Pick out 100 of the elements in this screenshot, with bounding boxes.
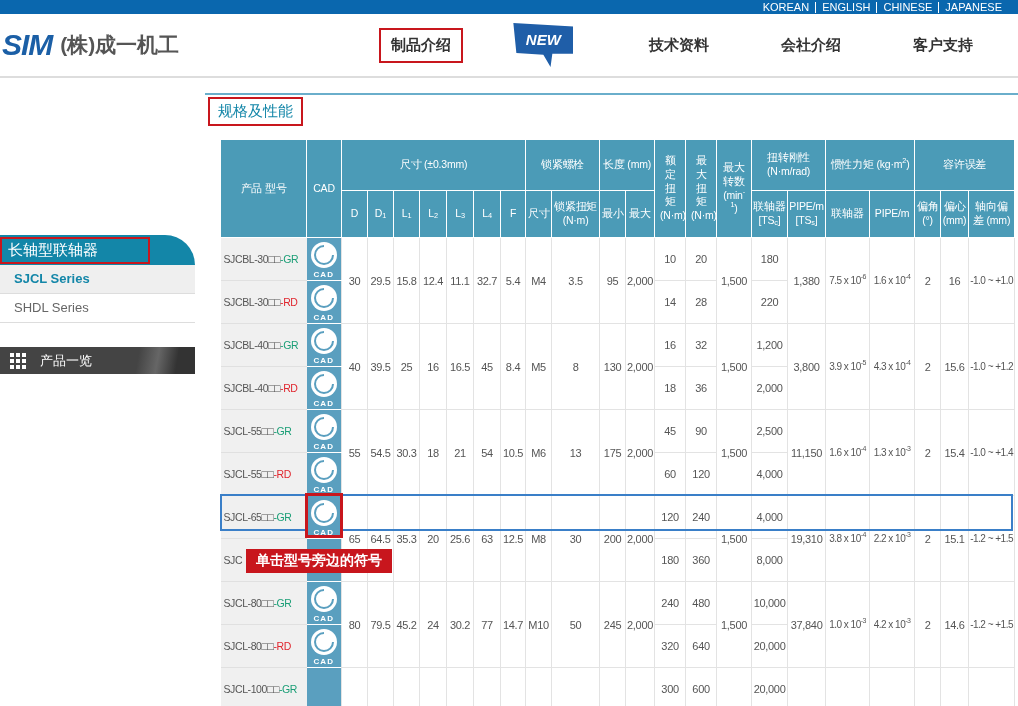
- nav-link[interactable]: 客户支持: [877, 27, 1010, 63]
- column-header: 扭转刚性 (N·m/rad): [766, 151, 811, 177]
- model-number: SJCL-65□□-GR: [223, 511, 292, 523]
- table-cell: 2: [924, 274, 931, 287]
- table-cell: 20,000: [753, 683, 786, 695]
- table-cell: 2: [924, 618, 931, 631]
- table-cell: 10,000: [753, 597, 786, 609]
- model-number: SJCBL-40□□-GR: [223, 339, 299, 351]
- column-header: L$_{3}$: [455, 207, 465, 220]
- column-header: 最大扭矩 (N·m): [691, 154, 717, 221]
- table-cell: 5.4: [505, 274, 521, 287]
- table-cell: M10: [528, 618, 549, 631]
- company-name: (株)成一机工: [60, 32, 180, 58]
- table-cell: 14: [664, 296, 676, 308]
- table-cell: 12.4: [422, 274, 444, 287]
- table-cell: 16.5: [449, 360, 471, 373]
- table-cell: 54: [481, 446, 493, 459]
- column-header: 偏心 (mm): [942, 200, 967, 226]
- column-header: 锁紧扭矩 (N·m): [553, 200, 598, 226]
- column-header: 额定扭矩 (N·m): [660, 154, 686, 221]
- table-cell: 360: [692, 554, 710, 566]
- new-badge[interactable]: NEW: [513, 23, 574, 67]
- table-cell: 35.3: [396, 532, 417, 545]
- table-cell: 3,800: [793, 360, 820, 373]
- model-number: SJCBL-30□□-GR: [223, 253, 299, 265]
- language-link[interactable]: JAPANESE: [938, 1, 1008, 13]
- model-number: SJCBL-30□□-RD: [223, 296, 298, 308]
- table-cell: 50: [569, 618, 582, 631]
- nav-link[interactable]: 技术资料: [613, 27, 746, 63]
- table-cell: 4.3 x 10$^{-4}$: [873, 361, 911, 372]
- table-cell: 80: [348, 618, 361, 631]
- table-cell: 2,000: [627, 360, 654, 373]
- table-cell: 25.6: [449, 532, 471, 545]
- column-header: PIPE/m: [874, 207, 910, 220]
- table-cell: 54.5: [370, 446, 391, 459]
- table-cell: 8: [572, 360, 579, 373]
- table-cell: 1,380: [793, 274, 820, 287]
- table-cell: M5: [531, 360, 546, 373]
- column-header: 惯性力矩 (kg·m$^{2}$): [830, 158, 910, 171]
- table-cell: 30: [348, 274, 361, 287]
- table-cell: -1.0 ~ +1.4: [970, 447, 1013, 458]
- table-cell: 245: [603, 618, 622, 631]
- sidebar-item[interactable]: SJCL Series: [0, 265, 195, 294]
- table-cell: 45: [481, 360, 493, 373]
- table-cell: 3.8 x 10$^{-4}$: [829, 533, 866, 544]
- column-header: 长度 (mm): [603, 158, 652, 171]
- table-cell: M4: [531, 274, 546, 287]
- table-cell: 2,000: [627, 532, 654, 545]
- table-cell: 55: [348, 446, 361, 459]
- table-cell: -1.2 ~ +1.5: [970, 619, 1013, 630]
- table-cell: 63: [481, 532, 493, 545]
- table-cell: 4,000: [756, 468, 783, 480]
- table-cell: 11.1: [450, 274, 470, 287]
- model-number: SJCL-80□□-GR: [223, 597, 292, 609]
- table-cell: 25: [400, 360, 413, 373]
- table-cell: M6: [531, 446, 546, 459]
- table-cell: 175: [603, 446, 622, 459]
- table-cell: 77: [481, 618, 493, 631]
- column-header: CAD: [313, 181, 335, 194]
- table-cell: 90: [695, 425, 707, 437]
- table-cell: 2: [924, 446, 931, 459]
- table-cell: -1.2 ~ +1.5: [970, 533, 1013, 544]
- table-cell: 28: [695, 296, 707, 308]
- table-cell: 2,000: [627, 618, 654, 631]
- table-cell: 39.5: [370, 360, 391, 373]
- nav-link[interactable]: 会社介绍: [745, 27, 878, 63]
- table-cell: 45: [664, 425, 676, 437]
- table-cell: 20: [427, 532, 439, 545]
- table-cell: 18: [664, 382, 676, 394]
- table-cell: 32.7: [476, 274, 498, 287]
- model-number: SJCBL-40□□-RD: [223, 382, 298, 394]
- table-cell: 600: [692, 683, 710, 695]
- table-cell: 65: [348, 532, 361, 545]
- language-link[interactable]: ENGLISH: [815, 1, 877, 13]
- table-cell: 2,000: [627, 446, 654, 459]
- language-link[interactable]: CHINESE: [876, 1, 939, 13]
- table-cell: 15.4: [944, 446, 965, 459]
- logo[interactable]: SIM: [2, 28, 53, 62]
- table-cell: 1.3 x 10$^{-3}$: [873, 447, 911, 458]
- table-cell: 16: [664, 339, 676, 351]
- column-header: 产品 型号: [240, 181, 287, 194]
- column-header: L$_{4}$: [482, 207, 492, 220]
- product-list-button[interactable]: 产品一览: [0, 347, 195, 374]
- table-cell: 79.5: [370, 618, 391, 631]
- column-header: PIPE/m [TS$_{s}$]: [789, 200, 824, 226]
- table-cell: 14.6: [944, 618, 965, 631]
- table-cell: 19,310: [790, 532, 823, 545]
- column-header: 联轴器: [831, 207, 864, 220]
- table-cell: 2,000: [756, 382, 783, 394]
- nav-link[interactable]: 制品介绍: [379, 27, 464, 63]
- model-number: SJCL-80□□-RD: [223, 640, 291, 652]
- table-cell: 16: [948, 274, 961, 287]
- column-header: 最大转数 (min$^{-}$$^{1}$): [723, 161, 745, 215]
- table-cell: 1,500: [721, 618, 748, 631]
- table-cell: 10: [664, 253, 676, 265]
- language-link[interactable]: KOREAN: [756, 1, 816, 13]
- table-cell: 15.1: [944, 532, 965, 545]
- column-header: 联轴器 [TS$_{c}$]: [753, 200, 786, 226]
- table-cell: 36: [695, 382, 707, 394]
- table-cell: 180: [760, 253, 779, 265]
